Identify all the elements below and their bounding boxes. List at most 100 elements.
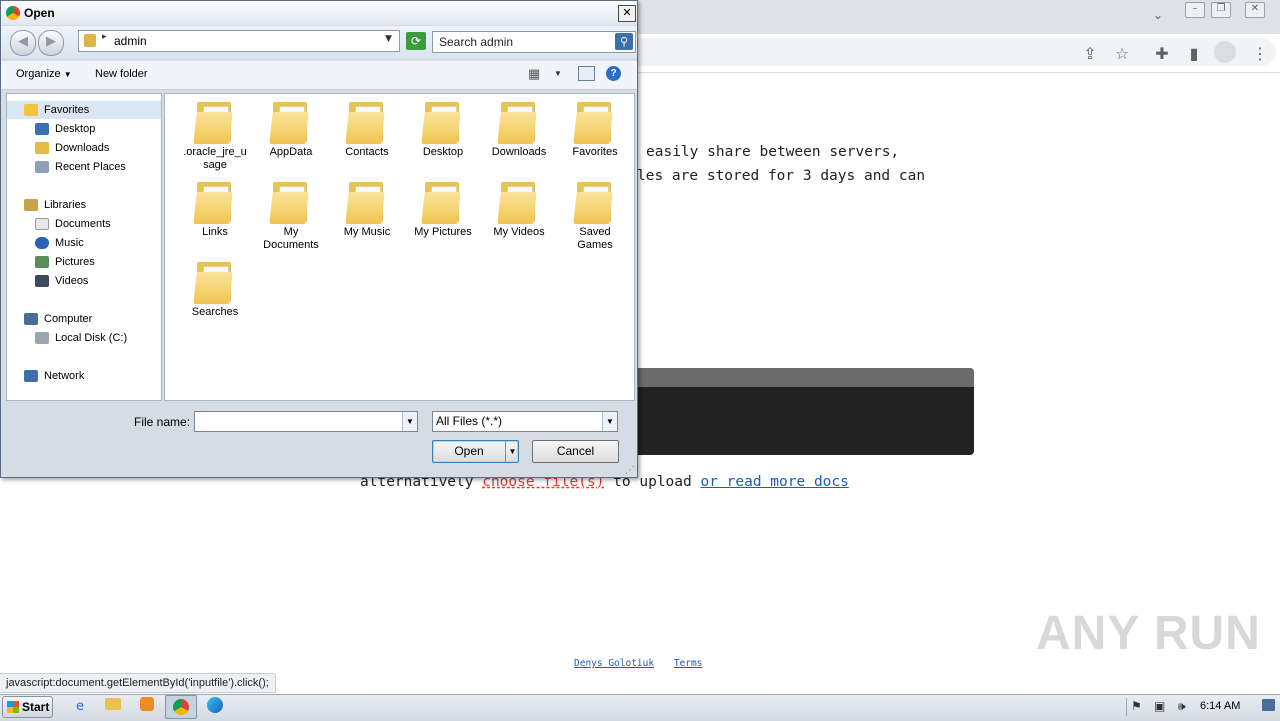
ie-icon[interactable]: e [67, 697, 93, 717]
file-name-dropdown-icon[interactable]: ▼ [402, 412, 417, 431]
minimize-icon[interactable]: – [1185, 2, 1205, 18]
star-icon[interactable]: ☆ [1112, 44, 1132, 63]
folder-label-line1: Favorites [572, 146, 618, 158]
folder-item[interactable]: Links [177, 180, 253, 239]
volume-icon[interactable]: 🕪 [1178, 699, 1186, 714]
folder-item[interactable]: My Documents [253, 180, 329, 252]
chrome-taskbar-button[interactable] [165, 695, 197, 719]
flag-icon[interactable]: ⚑ [1131, 699, 1142, 713]
command-bar: Organize ▼ New folder ▦ ▼ ? [1, 61, 637, 90]
folder-item[interactable]: Saved Games [557, 180, 633, 252]
nav-downloads[interactable]: Downloads [35, 140, 109, 157]
breadcrumb-arrow-icon: ▸ [102, 32, 107, 42]
start-label: Start [22, 700, 50, 714]
open-button[interactable]: Open ▼ [432, 440, 519, 463]
organize-button[interactable]: Organize ▼ [16, 68, 72, 80]
folder-item[interactable]: My Videos [481, 180, 557, 239]
nav-network[interactable]: Network [24, 368, 84, 385]
share-icon[interactable]: ⇪ [1080, 44, 1100, 63]
extensions-icon[interactable]: ✚ [1152, 44, 1172, 63]
file-list-pane: .oracle_jre_u sage AppData Contacts Desktop D… [164, 93, 635, 401]
documents-icon [35, 218, 49, 231]
nav-recent-places[interactable]: Recent Places [35, 159, 126, 176]
chevron-down-icon[interactable]: ⌄ [1153, 8, 1163, 22]
view-icon[interactable]: ▦ [528, 66, 540, 82]
file-type-select[interactable]: All Files (*.*) ▼ [432, 411, 618, 432]
clock: 6:14 AM [1200, 700, 1241, 712]
nav-favorites-label: Favorites [44, 104, 90, 116]
folder-item[interactable]: Contacts [329, 100, 405, 159]
menu-icon[interactable]: ⋮ [1250, 44, 1270, 63]
dialog-close-button[interactable]: ✕ [618, 5, 636, 22]
explorer-icon[interactable] [100, 697, 126, 717]
open-split-dropdown-icon[interactable]: ▼ [505, 441, 519, 462]
view-dropdown-icon[interactable]: ▼ [554, 69, 562, 78]
forward-button[interactable]: ▶ [38, 30, 64, 56]
nav-documents[interactable]: Documents [35, 216, 111, 233]
nav-music[interactable]: Music [35, 235, 84, 252]
cancel-button[interactable]: Cancel [532, 440, 619, 463]
folder-label-line1: Searches [191, 306, 239, 318]
contacts-folder-icon [345, 100, 387, 144]
footer-author-link[interactable]: Denys Golotiuk [574, 658, 654, 669]
help-icon[interactable]: ? [606, 66, 621, 81]
footer-terms-link[interactable]: Terms [674, 658, 703, 669]
nav-videos-label: Videos [55, 275, 89, 287]
back-button[interactable]: ◀ [10, 30, 36, 56]
nav-libraries[interactable]: Libraries [24, 197, 86, 214]
read-docs-link[interactable]: or read more docs [700, 474, 848, 490]
nav-recent-label: Recent Places [55, 161, 126, 173]
nav-computer[interactable]: Computer [24, 311, 92, 328]
nav-desktop[interactable]: Desktop [35, 121, 95, 138]
resize-grip-icon[interactable]: ⋰ [625, 465, 635, 476]
favorites-folder-icon [573, 100, 615, 144]
folder-item[interactable]: Favorites [557, 100, 633, 159]
search-box[interactable]: Search admin ⚲ [432, 31, 636, 53]
file-type-dropdown-icon[interactable]: ▼ [602, 412, 617, 431]
address-bar[interactable] [600, 38, 1276, 66]
nav-pictures-label: Pictures [55, 256, 95, 268]
nav-local-disk[interactable]: Local Disk (C:) [35, 330, 127, 347]
videos-folder-icon [497, 180, 539, 224]
disk-icon [35, 332, 49, 345]
address-combo[interactable]: ▸ admin ▼ [78, 30, 400, 52]
documents-folder-icon [269, 180, 311, 224]
file-name-input[interactable]: ▼ [194, 411, 418, 432]
nav-pictures[interactable]: Pictures [35, 254, 95, 271]
media-player-icon[interactable] [134, 697, 160, 717]
drop-zone-header [620, 368, 974, 387]
sidepanel-icon[interactable]: ▮ [1184, 44, 1204, 63]
folder-label-line1: .oracle_jre_u [183, 146, 247, 158]
recent-places-icon [35, 161, 49, 174]
folder-item[interactable]: Searches [177, 260, 253, 319]
folder-item[interactable]: My Pictures [405, 180, 481, 239]
edge-icon[interactable] [202, 697, 228, 717]
nav-videos[interactable]: Videos [35, 273, 88, 290]
music-icon [35, 237, 49, 250]
new-folder-button[interactable]: New folder [95, 68, 148, 80]
start-button[interactable]: Start [2, 696, 53, 718]
restore-icon[interactable]: ❐ [1211, 2, 1231, 18]
chrome-icon [6, 6, 20, 20]
organize-label: Organize [16, 68, 61, 80]
nav-computer-label: Computer [44, 313, 93, 325]
close-icon[interactable]: ✕ [1245, 2, 1265, 18]
folder-item[interactable]: Downloads [481, 100, 557, 159]
show-desktop-icon[interactable] [1262, 699, 1275, 711]
address-dropdown-icon[interactable]: ▼ [385, 34, 392, 44]
search-icon[interactable]: ⚲ [615, 33, 633, 50]
nav-music-label: Music [55, 237, 84, 249]
refresh-icon[interactable]: ⟳ [406, 32, 426, 50]
network-tray-icon[interactable]: ▣ [1154, 699, 1165, 713]
folder-item[interactable]: .oracle_jre_u sage [177, 100, 253, 172]
downloads-folder-icon [497, 100, 539, 144]
nav-local-disk-label: Local Disk (C:) [55, 332, 128, 344]
folder-item[interactable]: Desktop [405, 100, 481, 159]
nav-network-label: Network [44, 370, 85, 382]
profile-icon[interactable] [1214, 41, 1236, 63]
preview-pane-icon[interactable] [578, 66, 595, 81]
desktop-folder-icon [421, 100, 463, 144]
nav-favorites[interactable]: Favorites [24, 102, 89, 119]
folder-item[interactable]: AppData [253, 100, 329, 159]
folder-item[interactable]: My Music [329, 180, 405, 239]
